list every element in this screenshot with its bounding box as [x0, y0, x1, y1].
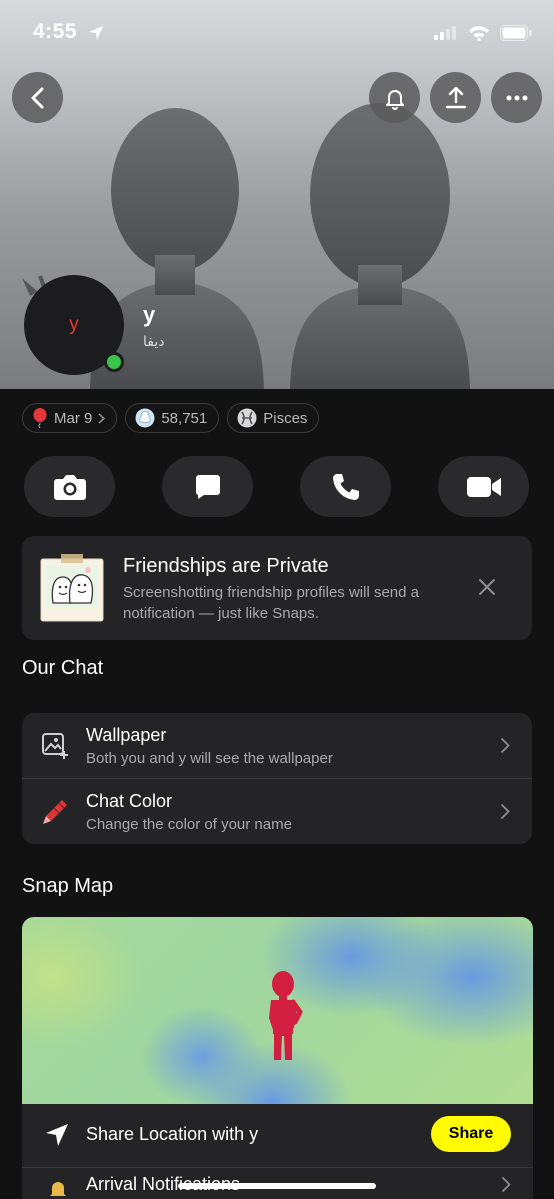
- notice-body: Screenshotting friendship profiles will …: [123, 584, 419, 622]
- close-icon: [479, 579, 495, 595]
- share-location-row[interactable]: Share Location with y Share: [22, 1104, 533, 1166]
- wallpaper-row[interactable]: Wallpaper Both you and y will see the wa…: [22, 713, 532, 779]
- video-camera-icon: [466, 476, 501, 497]
- birthday-label: Mar 9: [54, 409, 93, 427]
- home-indicator: [178, 1183, 376, 1189]
- video-call-button[interactable]: [438, 456, 529, 517]
- chevron-right-icon: [501, 1176, 511, 1193]
- back-button[interactable]: [12, 72, 63, 123]
- wallpaper-icon: [42, 733, 68, 759]
- profile-username: ديفا: [143, 333, 165, 349]
- battery-icon: [500, 25, 532, 41]
- chat-color-title: Chat Color: [86, 791, 173, 811]
- more-dots-icon: [506, 95, 527, 100]
- notifications-button[interactable]: [369, 72, 420, 123]
- snap-map-card: Share Location with y Share Arrival Noti…: [22, 917, 533, 1199]
- cellular-signal-icon: [434, 26, 456, 40]
- snapscore-label: 58,751: [161, 409, 208, 427]
- share-location-button[interactable]: Share: [431, 1116, 511, 1152]
- location-arrow-icon: [89, 26, 103, 40]
- chat-color-row[interactable]: Chat Color Change the color of your name: [22, 779, 532, 844]
- crayon-icon: [43, 800, 67, 824]
- our-chat-list: Wallpaper Both you and y will see the wa…: [22, 713, 532, 844]
- bell-icon: [50, 1182, 66, 1196]
- chevron-right-icon: [98, 412, 106, 424]
- camera-button[interactable]: [24, 456, 115, 517]
- ghost-icon: [135, 408, 155, 428]
- chat-bubble-icon: [195, 474, 220, 499]
- share-profile-button[interactable]: [430, 72, 481, 123]
- more-options-button[interactable]: [491, 72, 542, 123]
- chevron-left-icon: [31, 87, 43, 108]
- camera-icon: [53, 474, 86, 500]
- voice-call-button[interactable]: [300, 456, 391, 517]
- status-bar: 4:55: [0, 0, 554, 66]
- snapscore-chip[interactable]: 58,751: [125, 403, 220, 433]
- notice-close-button[interactable]: [474, 574, 500, 600]
- polaroid-friends-icon: [40, 554, 104, 622]
- location-arrow-icon: [46, 1124, 68, 1146]
- chevron-right-icon: [500, 803, 510, 820]
- profile-chips: Mar 9 58,751 Pisces: [22, 403, 320, 433]
- wallpaper-subtitle: Both you and y will see the wallpaper: [86, 750, 333, 767]
- wallpaper-title: Wallpaper: [86, 725, 167, 745]
- status-time: 4:55: [33, 20, 78, 43]
- notice-title: Friendships are Private: [123, 555, 329, 577]
- avatar-letter: y: [69, 314, 79, 335]
- chat-color-subtitle: Change the color of your name: [86, 816, 292, 833]
- bitmoji-map-pin-icon: [269, 971, 303, 1060]
- zodiac-label: Pisces: [263, 409, 308, 427]
- bell-icon: [385, 89, 404, 110]
- action-buttons: [24, 456, 529, 517]
- phone-icon: [332, 473, 359, 500]
- birthday-chip[interactable]: Mar 9: [22, 403, 118, 433]
- online-status-dot: [104, 352, 124, 372]
- privacy-notice: Friendships are Private Screenshotting f…: [22, 536, 532, 640]
- map-preview[interactable]: [22, 917, 533, 1104]
- profile-name: y: [143, 302, 156, 327]
- chat-button[interactable]: [162, 456, 253, 517]
- upload-icon: [445, 86, 466, 108]
- share-location-label: Share Location with y: [86, 1124, 259, 1144]
- status-indicators: [434, 22, 532, 44]
- chevron-right-icon: [500, 737, 510, 754]
- our-chat-title: Our Chat: [22, 657, 104, 679]
- balloon-icon: [33, 408, 47, 428]
- snap-map-title: Snap Map: [22, 875, 114, 897]
- pisces-icon: [237, 408, 257, 428]
- zodiac-chip[interactable]: Pisces: [227, 403, 320, 433]
- profile-header: 4:55 y y ديفا: [0, 0, 554, 389]
- wifi-icon: [469, 26, 489, 41]
